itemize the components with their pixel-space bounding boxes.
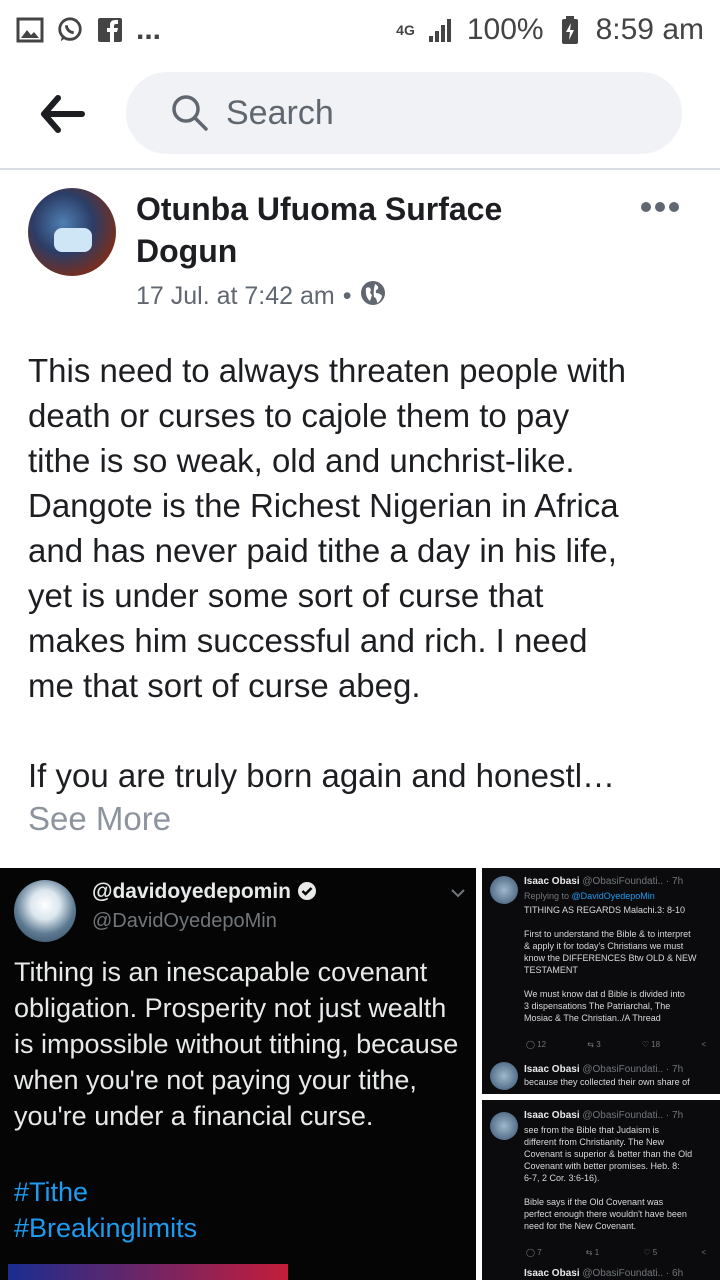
post: Otunba Ufuoma Surface Dogun 17 Jul. at 7… [0,172,720,1280]
post-line: tithe is so weak, old and unchrist-like. [28,442,575,479]
mini-avatar [490,876,518,904]
post-line [28,708,700,753]
mini-author: Isaac Obasi @ObasiFoundati.. · 7h [524,1064,684,1075]
author-name[interactable]: Otunba Ufuoma Surface Dogun [136,188,596,272]
mini-reply: Replying to @DavidOyedepoMin [524,891,655,901]
mini-tweet-text: because they collected their own share o… [524,1077,690,1087]
mini-actions: ◯ 7 ⇆ 1 ♡ 5 < [526,1248,706,1257]
mini-avatar [490,1112,518,1140]
whatsapp-icon [56,16,84,44]
post-body: This need to always threaten people with… [28,348,700,798]
mini-avatar [490,1062,518,1090]
post-line: me that sort of curse abeg. [28,667,421,704]
facebook-icon [96,16,124,44]
mini-tweet-text: TITHING AS REGARDS Malachi.3: 8-10 First… [524,905,697,1023]
author-avatar[interactable] [28,188,116,276]
mini-author: Isaac Obasi @ObasiFoundati.. · 7h [524,876,684,887]
post-line: If you are truly born again and honestl… [28,757,616,794]
post-line: This need to always threaten people with [28,352,627,389]
photo-thread-2[interactable]: Isaac Obasi @ObasiFoundati.. · 7h see fr… [482,1100,720,1280]
post-line: and has never paid tithe a day in his li… [28,532,617,569]
photo-grid: @davidoyedepomin @DavidOyedepoMin Tithin… [0,868,720,1280]
tweet-handle: @DavidOyedepoMin [92,910,277,932]
post-line: Dangote is the Richest Nigerian in Afric… [28,487,619,524]
post-line: yet is under some sort of curse that [28,577,544,614]
tweet-text: Tithing is an inescapable covenant oblig… [14,957,459,1131]
meta-separator: • [342,282,352,310]
post-meta: 17 Jul. at 7:42 am • [136,280,386,313]
search-bar[interactable] [126,72,682,154]
tweet-avatar [14,880,76,942]
globe-icon [360,280,386,313]
network-type: 4G [396,22,415,38]
status-bar: ... 4G 100% 8:59 am [0,0,720,60]
mini-tweet-text: see from the Bible that Judaism is diffe… [524,1125,693,1231]
more-options-icon[interactable] [640,200,680,214]
see-more-link[interactable]: See More [28,800,171,838]
tweet-author: @davidoyedepomin [92,880,292,903]
post-line: makes him successful and rich. I need [28,622,588,659]
hashtag: #Tithe [14,1177,89,1207]
search-icon [170,93,210,133]
mini-author: Isaac Obasi @ObasiFoundati.. · 6h [524,1268,684,1279]
post-line: death or curses to cajole them to pay [28,397,570,434]
more-notifications: ... [136,13,162,46]
tweet-author-row: @davidoyedepomin [92,880,317,904]
signal-icon [427,16,455,44]
verified-icon [297,882,316,900]
photo-main[interactable]: @davidoyedepomin @DavidOyedepoMin Tithin… [0,868,476,1280]
hashtag: #Breakinglimits [14,1213,198,1243]
back-arrow-icon[interactable] [38,92,88,136]
top-bar [0,62,720,170]
gallery-icon [16,16,44,44]
photo-thread-1[interactable]: Isaac Obasi @ObasiFoundati.. · 7h Replyi… [482,868,720,1094]
battery-percent: 100% [466,13,544,46]
video-strip [8,1264,288,1280]
post-date[interactable]: 17 Jul. at 7:42 am [136,282,335,311]
search-input[interactable] [224,92,628,134]
clock: 8:59 am [595,13,704,46]
tweet-chevron-icon [451,889,465,898]
tweet-hashtags: #Tithe #Breakinglimits [14,1174,197,1246]
mini-author: Isaac Obasi @ObasiFoundati.. · 7h [524,1110,684,1121]
mini-actions: ◯ 12 ⇆ 3 ♡ 18 < [526,1040,706,1049]
battery-icon [556,16,584,44]
